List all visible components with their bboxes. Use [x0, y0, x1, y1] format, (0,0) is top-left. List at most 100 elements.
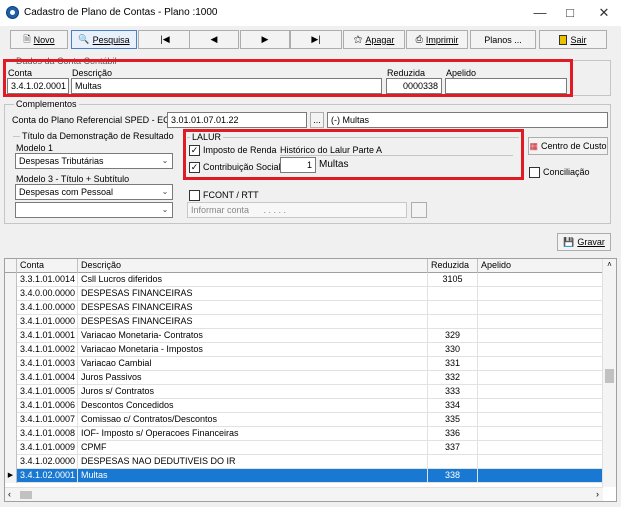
- cell-reduzida: 334: [428, 399, 478, 413]
- informar-conta-lookup-button[interactable]: [411, 202, 427, 218]
- lalur-divider: [187, 137, 519, 138]
- table-row[interactable]: 3.4.1.00.0000 DESPESAS FINANCEIRAS: [5, 301, 616, 315]
- cell-apelido: [478, 455, 603, 469]
- conta-field[interactable]: 3.4.1.02.0001: [7, 78, 69, 94]
- table-row[interactable]: 3.4.1.01.0004 Juros Passivos 332: [5, 371, 616, 385]
- table-row[interactable]: 3.4.1.02.0000 DESPESAS NAO DEDUTIVEIS DO …: [5, 455, 616, 469]
- cell-descricao: IOF- Imposto s/ Operacoes Financeiras: [78, 427, 428, 441]
- centro-custo-button[interactable]: ▦ Centro de Custo: [528, 137, 608, 155]
- cell-conta: 3.4.1.01.0008: [17, 427, 78, 441]
- table-row[interactable]: 3.4.1.01.0009 CPMF 337: [5, 441, 616, 455]
- novo-button[interactable]: 🗎 Novo: [10, 30, 68, 49]
- scroll-thumb[interactable]: [605, 369, 614, 383]
- pesquisa-button[interactable]: 🔍 Pesquisa: [71, 30, 137, 49]
- scroll-up-icon[interactable]: ˄: [603, 260, 616, 269]
- cell-descricao: DESPESAS NAO DEDUTIVEIS DO IR: [78, 455, 428, 469]
- imprimir-button[interactable]: ⎙ Imprimir: [406, 30, 468, 49]
- cell-descricao: Juros Passivos: [78, 371, 428, 385]
- dre-legend: Título da Demonstração de Resultado: [20, 131, 176, 141]
- row-indicator: [5, 315, 17, 329]
- minimize-icon[interactable]: —: [530, 4, 550, 22]
- cell-descricao: DESPESAS FINANCEIRAS: [78, 287, 428, 301]
- modelo3-label: Modelo 3 - Título + Subtítulo: [16, 174, 130, 184]
- row-indicator: [5, 427, 17, 441]
- cell-apelido: [478, 413, 603, 427]
- cell-descricao: Multas: [78, 469, 428, 483]
- sped-field[interactable]: 3.01.01.07.01.22: [167, 112, 307, 128]
- gravar-button[interactable]: 💾 Gravar: [557, 233, 611, 251]
- scroll-right-icon[interactable]: ›: [596, 488, 599, 501]
- maximize-icon[interactable]: □: [560, 4, 580, 22]
- table-row[interactable]: 3.4.1.01.0000 DESPESAS FINANCEIRAS: [5, 315, 616, 329]
- app-icon: [6, 6, 19, 19]
- descricao-label: Descrição: [72, 68, 113, 78]
- scroll-left-icon[interactable]: ‹: [8, 488, 11, 501]
- imposto-renda-checkbox[interactable]: ✓: [189, 145, 200, 156]
- cell-apelido: [478, 273, 603, 287]
- header-reduzida[interactable]: Reduzida: [428, 259, 478, 273]
- cell-descricao: CPMF: [78, 441, 428, 455]
- conciliacao-label: Conciliação: [543, 167, 590, 177]
- row-indicator: [5, 371, 17, 385]
- cell-apelido: [478, 469, 603, 483]
- table-row[interactable]: 3.4.1.01.0007 Comissao c/ Contratos/Desco…: [5, 413, 616, 427]
- modelo1-select[interactable]: Despesas Tributárias ⌄: [15, 153, 173, 169]
- table-row[interactable]: 3.4.1.01.0003 Variacao Cambial 331: [5, 357, 616, 371]
- sair-button[interactable]: Sair: [539, 30, 607, 49]
- first-record-button[interactable]: |◀: [138, 30, 192, 49]
- hscroll-thumb[interactable]: [20, 491, 32, 499]
- header-descricao[interactable]: Descrição: [78, 259, 428, 273]
- cell-conta: 3.4.1.01.0006: [17, 399, 78, 413]
- planos-button[interactable]: Planos ...: [470, 30, 536, 49]
- reduzida-field[interactable]: 0000338: [386, 78, 442, 94]
- cell-descricao: Comissao c/ Contratos/Descontos: [78, 413, 428, 427]
- table-row[interactable]: 3.4.0.00.0000 DESPESAS FINANCEIRAS: [5, 287, 616, 301]
- cell-reduzida: [428, 455, 478, 469]
- contribuicao-social-checkbox[interactable]: ✓: [189, 162, 200, 173]
- lalur-legend: LALUR: [190, 132, 224, 142]
- current-row-indicator-icon: ▶: [5, 469, 17, 483]
- vertical-scrollbar[interactable]: ˄: [602, 259, 616, 487]
- cell-apelido: [478, 371, 603, 385]
- first-icon: |◀: [160, 34, 170, 44]
- row-indicator: [5, 399, 17, 413]
- sped-label: Conta do Plano Referencial SPED - ECF: [12, 115, 176, 125]
- table-row[interactable]: ▶ 3.4.1.02.0001 Multas 338: [5, 469, 616, 483]
- row-indicator: [5, 385, 17, 399]
- informar-conta-field[interactable]: Informar conta . . . . .: [187, 202, 407, 218]
- row-indicator: [5, 357, 17, 371]
- close-icon[interactable]: ✕: [594, 4, 614, 22]
- next-record-button[interactable]: ▶: [240, 30, 290, 49]
- cell-descricao: Variacao Monetaria- Contratos: [78, 329, 428, 343]
- next-icon: ▶: [261, 34, 269, 44]
- cell-apelido: [478, 399, 603, 413]
- previous-record-button[interactable]: ◀: [189, 30, 239, 49]
- table-row[interactable]: 3.4.1.01.0005 Juros s/ Contratos 333: [5, 385, 616, 399]
- historico-divider: [280, 155, 513, 156]
- header-conta[interactable]: Conta: [17, 259, 78, 273]
- modelo3-select[interactable]: Despesas com Pessoal ⌄: [15, 184, 173, 200]
- last-record-button[interactable]: ▶|: [290, 30, 342, 49]
- table-row[interactable]: 3.4.1.01.0006 Descontos Concedidos 334: [5, 399, 616, 413]
- descricao-field[interactable]: Multas: [71, 78, 382, 94]
- last-icon: ▶|: [311, 34, 321, 44]
- modelo3-subtitle-select[interactable]: ⌄: [15, 202, 173, 218]
- horizontal-scrollbar[interactable]: ‹ ›: [5, 487, 603, 501]
- historico-number-field[interactable]: 1: [280, 157, 316, 173]
- cell-conta: 3.4.1.00.0000: [17, 301, 78, 315]
- complementos-legend: Complementos: [14, 99, 79, 109]
- row-indicator: [5, 413, 17, 427]
- table-row[interactable]: 3.4.1.01.0001 Variacao Monetaria- Contrat…: [5, 329, 616, 343]
- apelido-field[interactable]: [445, 78, 567, 94]
- table-row[interactable]: 3.4.1.01.0002 Variacao Monetaria - Impost…: [5, 343, 616, 357]
- table-row[interactable]: 3.3.1.01.0014 Csll Lucros diferidos 3105: [5, 273, 616, 287]
- table-row[interactable]: 3.4.1.01.0008 IOF- Imposto s/ Operacoes F…: [5, 427, 616, 441]
- cell-reduzida: 329: [428, 329, 478, 343]
- conciliacao-checkbox[interactable]: [529, 167, 540, 178]
- header-apelido[interactable]: Apelido: [478, 259, 603, 273]
- apagar-button[interactable]: ⚝ Apagar: [343, 30, 405, 49]
- fcont-checkbox[interactable]: [189, 190, 200, 201]
- cell-conta: 3.4.1.01.0009: [17, 441, 78, 455]
- cell-conta: 3.4.1.02.0001: [17, 469, 78, 483]
- sped-lookup-button[interactable]: ...: [310, 112, 324, 128]
